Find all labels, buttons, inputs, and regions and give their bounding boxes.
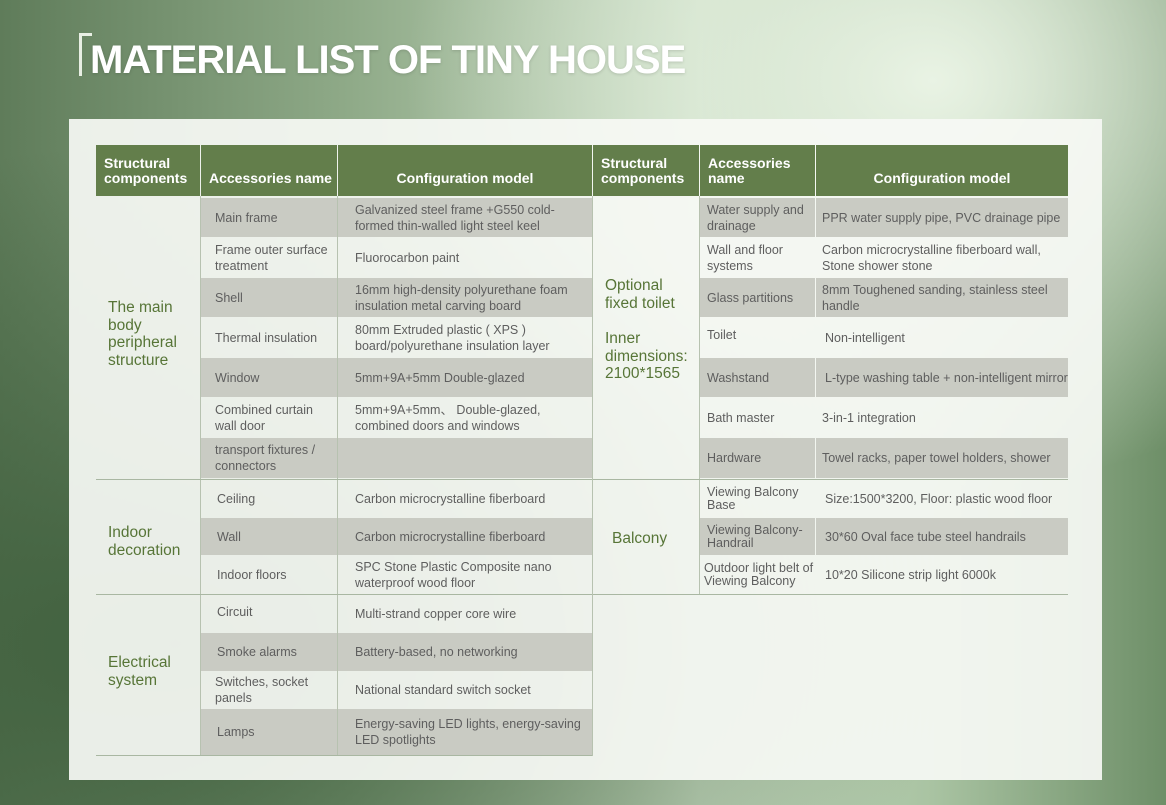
header-structural-components-left: Structural components (96, 145, 200, 196)
accessory-name-cell: Water supply and drainage (700, 198, 815, 237)
configuration-cell: Carbon microcrystalline fiberboard wall,… (822, 242, 1041, 273)
table-bottom-border (96, 755, 592, 756)
configuration-cell: Fluorocarbon paint (355, 250, 460, 265)
configuration-cell (338, 438, 592, 478)
column-divider (200, 196, 201, 756)
configuration-cell: Carbon microcrystalline fiberboard (338, 518, 592, 555)
accessory-name-cell: Thermal insulation (215, 330, 318, 345)
configuration-cell: SPC Stone Plastic Composite nano waterpr… (355, 560, 552, 590)
configuration-cell: Carbon microcrystalline fiberboard (355, 491, 546, 506)
accessory-name-cell: Circuit (217, 605, 253, 619)
accessory-name-cell: Wall (201, 518, 337, 555)
configuration-cell: 3-in-1 integration (822, 410, 916, 425)
header-accessories-name-left: Accessories name (201, 145, 337, 196)
accessory-name-cell: Viewing Balcony-Handrail (700, 518, 815, 555)
column-divider (699, 196, 700, 594)
material-table-panel: Structural components Accessories name C… (69, 119, 1102, 780)
accessory-name-cell: Main frame (201, 198, 337, 237)
accessory-name-cell: Ceiling (217, 491, 256, 506)
group-divider (593, 479, 1068, 480)
accessory-name-cell: Toilet (707, 328, 737, 342)
accessory-name-cell: Indoor floors (217, 568, 287, 582)
configuration-cell: Galvanized steel frame +G550 cold-formed… (338, 198, 592, 237)
group-electrical-system: Electrical system (108, 654, 171, 689)
accessory-name-cell: Outdoor light belt of Viewing Balcony (704, 561, 814, 588)
accessory-name-cell: Lamps (201, 709, 337, 755)
configuration-cell: Energy-saving LED lights, energy-saving … (338, 709, 592, 755)
header-accessories-name-right: Accessories name (700, 145, 815, 196)
accessory-name-cell: Combined curtain wall door (215, 402, 313, 433)
accessory-name-cell: Shell (201, 278, 337, 317)
accessory-name-cell: transport fixtures / connectors (201, 438, 337, 478)
configuration-cell: National standard switch socket (355, 683, 531, 697)
accessory-name-cell: Wall and floor systems (707, 242, 783, 273)
column-divider (337, 196, 338, 756)
header-configuration-model-left: Configuration model (338, 145, 592, 196)
configuration-cell: Towel racks, paper towel holders, shower (816, 438, 1068, 478)
accessory-name-cell: Washstand (700, 358, 815, 397)
accessory-name-cell: Smoke alarms (201, 633, 337, 671)
group-indoor-decoration: Indoor decoration (108, 524, 181, 559)
configuration-cell: Non-intelligent (825, 330, 905, 345)
header-structural-components-right: Structural components (593, 145, 699, 196)
group-balcony: Balcony (612, 530, 668, 547)
configuration-cell: Size:1500*3200, Floor: plastic wood floo… (825, 491, 1053, 506)
accessory-name-cell: Switches, socket panels (215, 675, 309, 705)
group-divider (593, 594, 1068, 595)
configuration-cell: 10*20 Silicone strip light 6000k (825, 568, 996, 582)
group-divider (96, 479, 592, 480)
configuration-cell: Multi-strand copper core wire (355, 607, 517, 621)
configuration-cell: PPR water supply pipe, PVC drainage pipe (816, 198, 1068, 237)
configuration-cell: L-type washing table + non-intelligent m… (816, 358, 1068, 397)
configuration-cell: 16mm high-density polyurethane foam insu… (338, 278, 592, 317)
accessory-name-cell: Window (201, 358, 337, 397)
configuration-cell: 5mm+9A+5mm Double-glazed (338, 358, 592, 397)
configuration-cell: Battery-based, no networking (338, 633, 592, 671)
accessory-name-cell: Bath master (707, 410, 775, 425)
accessory-name-cell: Hardware (700, 438, 815, 478)
toilet-inner-dimensions: Inner dimensions: 2100*1565 (605, 330, 688, 382)
configuration-cell: 8mm Toughened sanding, stainless steel h… (816, 278, 1068, 317)
group-divider (96, 594, 592, 595)
group-optional-fixed-toilet: Optional fixed toilet (605, 277, 675, 312)
configuration-cell: 5mm+9A+5mm、 Double-glazed, combined door… (355, 402, 541, 433)
page-title: MATERIAL LIST OF TINY HOUSE (90, 38, 686, 82)
accessory-name-cell: Viewing Balcony Base (707, 484, 799, 512)
header-configuration-model-right: Configuration model (816, 145, 1068, 196)
column-divider (592, 196, 593, 756)
accessory-name-cell: Frame outer surface treatment (215, 242, 328, 273)
configuration-cell: 30*60 Oval face tube steel handrails (816, 518, 1068, 555)
configuration-cell: 80mm Extruded plastic ( XPS ) board/poly… (355, 322, 550, 353)
accessory-name-cell: Glass partitions (700, 278, 815, 317)
group-main-body-peripheral-structure: The main body peripheral structure (108, 299, 177, 369)
